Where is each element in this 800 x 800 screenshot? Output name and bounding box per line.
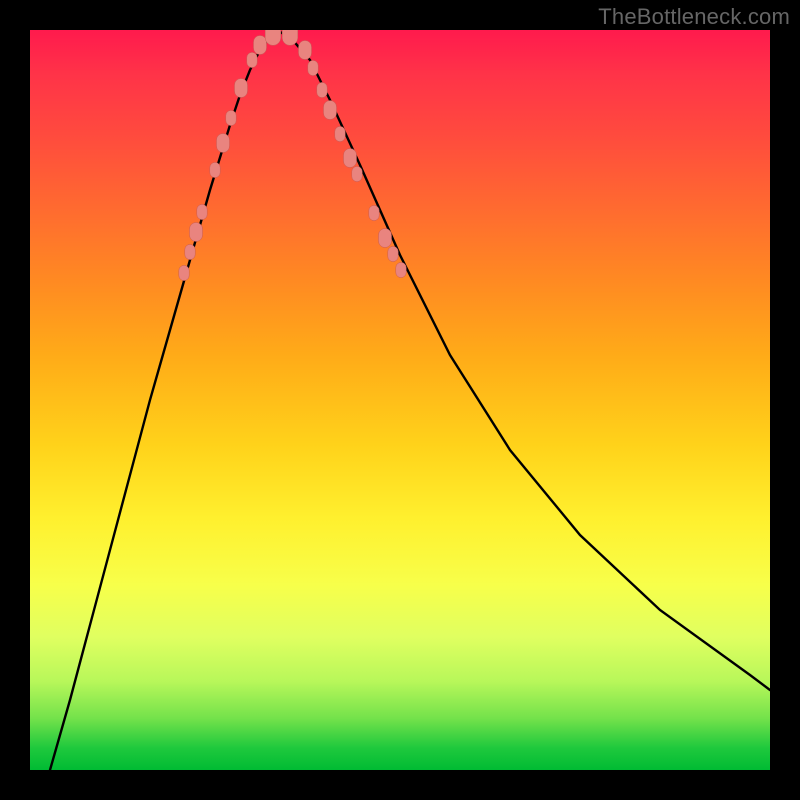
marker bbox=[324, 101, 337, 120]
marker bbox=[179, 265, 189, 280]
marker bbox=[197, 204, 207, 219]
watermark-text: TheBottleneck.com bbox=[598, 4, 790, 30]
marker bbox=[352, 166, 362, 181]
marker bbox=[299, 41, 312, 60]
marker bbox=[282, 30, 298, 45]
marker bbox=[210, 162, 220, 177]
marker bbox=[344, 149, 357, 168]
marker bbox=[388, 246, 398, 261]
marker bbox=[317, 82, 327, 97]
curve-svg bbox=[30, 30, 770, 770]
marker bbox=[190, 223, 203, 242]
marker bbox=[369, 205, 379, 220]
chart-frame: TheBottleneck.com bbox=[0, 0, 800, 800]
highlight-markers bbox=[179, 30, 406, 281]
marker bbox=[185, 244, 195, 259]
bottleneck-curve bbox=[50, 32, 770, 770]
marker bbox=[226, 110, 236, 125]
marker bbox=[265, 30, 281, 45]
marker bbox=[217, 134, 230, 153]
marker bbox=[254, 36, 267, 55]
marker bbox=[379, 229, 392, 248]
plot-area bbox=[30, 30, 770, 770]
marker bbox=[235, 79, 248, 98]
marker bbox=[247, 52, 257, 67]
marker bbox=[396, 262, 406, 277]
marker bbox=[308, 60, 318, 75]
marker bbox=[335, 126, 345, 141]
